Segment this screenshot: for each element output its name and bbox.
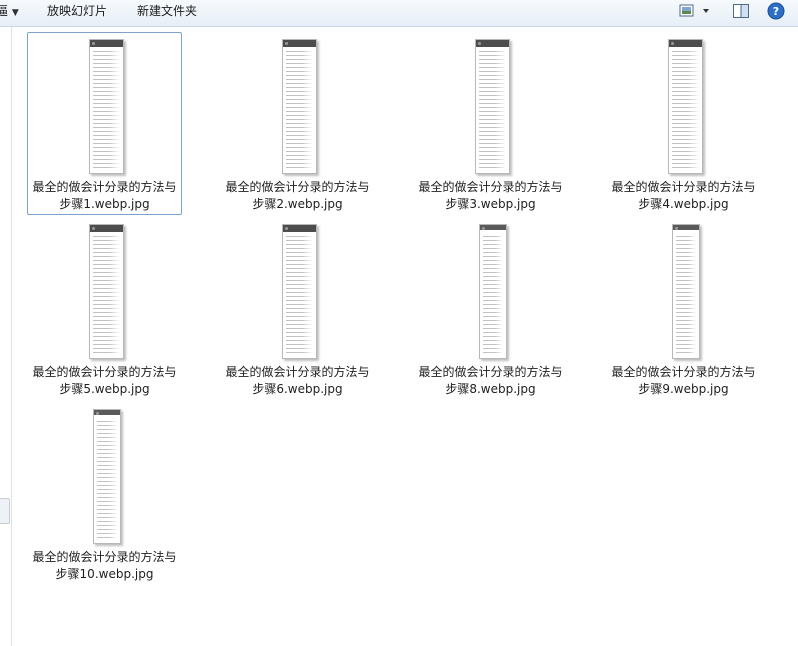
new-folder-button[interactable]: 新建文件夹 bbox=[135, 0, 199, 22]
file-name: 最全的做会计分录的方法与步骤10.webp.jpg bbox=[32, 550, 177, 581]
image-thumbnail bbox=[672, 224, 700, 359]
file-item[interactable]: 最全的做会计分录的方法与步骤10.webp.jpg bbox=[27, 402, 182, 585]
help-icon: ? bbox=[767, 2, 785, 20]
change-view-button[interactable] bbox=[678, 2, 712, 20]
file-name: 最全的做会计分录的方法与步骤5.webp.jpg bbox=[32, 365, 177, 396]
file-name: 最全的做会计分录的方法与步骤4.webp.jpg bbox=[611, 180, 756, 211]
command-bar: 逼 ▼ 放映幻灯片 新建文件夹 ? bbox=[0, 0, 798, 27]
file-name: 最全的做会计分录的方法与步骤1.webp.jpg bbox=[32, 180, 177, 211]
image-thumbnail bbox=[475, 39, 510, 174]
file-name: 最全的做会计分录的方法与步骤6.webp.jpg bbox=[225, 365, 370, 396]
svg-text:?: ? bbox=[773, 5, 779, 18]
file-item[interactable]: 最全的做会计分录的方法与步骤6.webp.jpg bbox=[220, 217, 375, 400]
file-item[interactable]: 最全的做会计分录的方法与步骤4.webp.jpg bbox=[606, 32, 761, 215]
file-item[interactable]: 最全的做会计分录的方法与步骤9.webp.jpg bbox=[606, 217, 761, 400]
preview-pane-button[interactable] bbox=[732, 2, 752, 20]
file-name: 最全的做会计分录的方法与步骤3.webp.jpg bbox=[418, 180, 563, 211]
file-item[interactable]: 最全的做会计分录的方法与步骤5.webp.jpg bbox=[27, 217, 182, 400]
image-thumbnail bbox=[89, 224, 124, 359]
chevron-down-icon: ▼ bbox=[11, 8, 19, 18]
slideshow-button[interactable]: 放映幻灯片 bbox=[45, 0, 109, 22]
file-item[interactable]: 最全的做会计分录的方法与步骤8.webp.jpg bbox=[413, 217, 568, 400]
organize-menu[interactable]: 逼 ▼ bbox=[0, 0, 21, 22]
file-item[interactable]: 最全的做会计分录的方法与步骤3.webp.jpg bbox=[413, 32, 568, 215]
organize-label: 逼 bbox=[0, 4, 9, 18]
navigation-pane-edge bbox=[0, 27, 12, 646]
preview-pane-icon bbox=[733, 4, 749, 18]
file-item[interactable]: 最全的做会计分录的方法与步骤1.webp.jpg bbox=[27, 32, 182, 215]
image-thumbnail bbox=[668, 39, 703, 174]
file-name: 最全的做会计分录的方法与步骤8.webp.jpg bbox=[418, 365, 563, 396]
image-thumbnail bbox=[93, 409, 121, 544]
file-list: 最全的做会计分录的方法与步骤1.webp.jpg 最全的做会计分录的方法与步骤2… bbox=[12, 27, 798, 646]
file-item[interactable]: 最全的做会计分录的方法与步骤2.webp.jpg bbox=[220, 32, 375, 215]
image-thumbnail bbox=[282, 39, 317, 174]
image-thumbnail bbox=[282, 224, 317, 359]
file-name: 最全的做会计分录的方法与步骤9.webp.jpg bbox=[611, 365, 756, 396]
view-icon bbox=[679, 4, 709, 17]
help-button[interactable]: ? bbox=[767, 2, 787, 20]
file-name: 最全的做会计分录的方法与步骤2.webp.jpg bbox=[225, 180, 370, 211]
image-thumbnail bbox=[89, 39, 124, 174]
navigation-scrollbar-thumb[interactable] bbox=[0, 498, 10, 524]
image-thumbnail bbox=[479, 224, 507, 359]
